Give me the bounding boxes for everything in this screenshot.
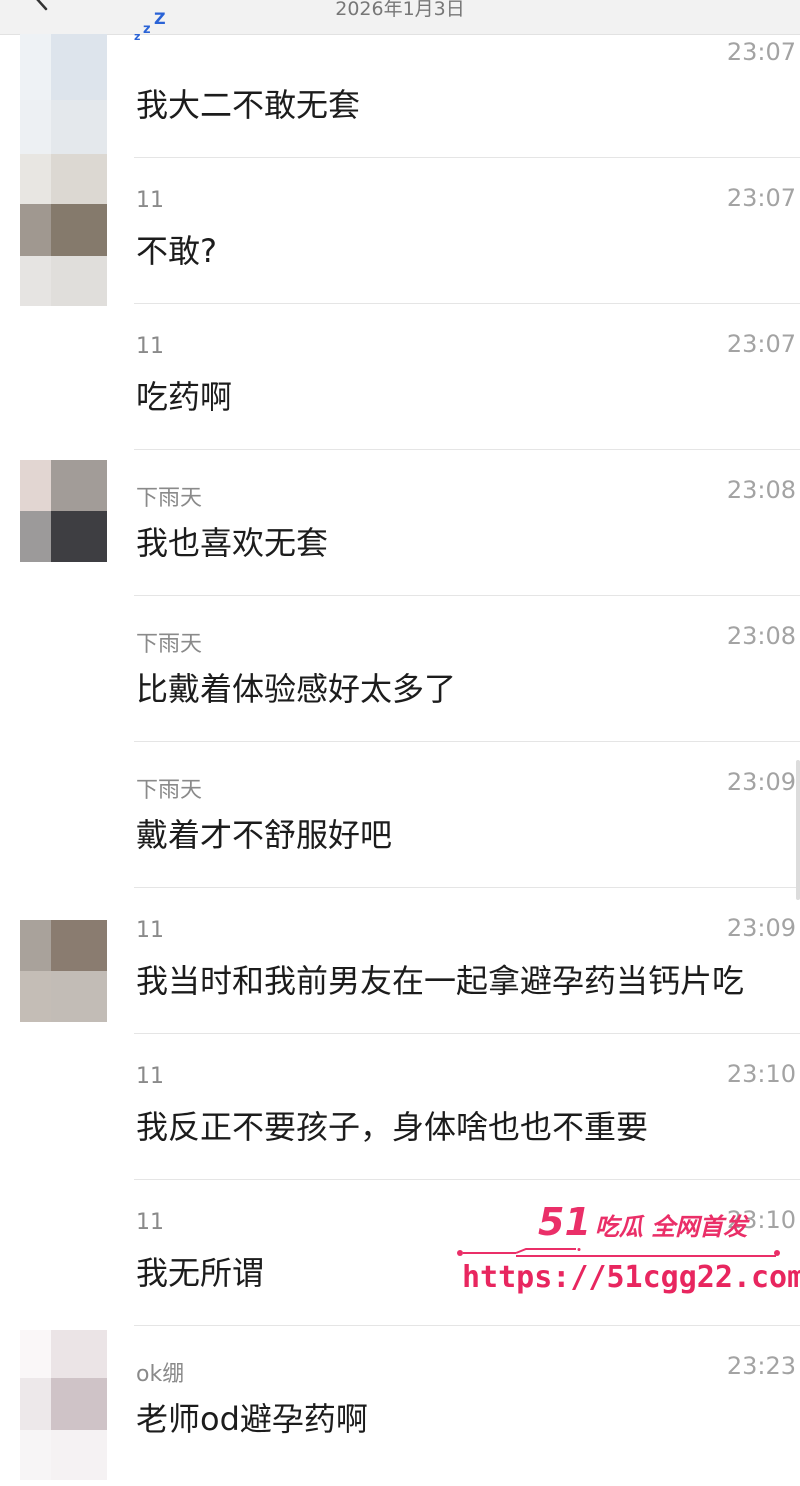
message-row[interactable]: 下雨天 23:08 我也喜欢无套 <box>0 450 800 596</box>
message-text: 不敢? <box>136 232 217 270</box>
message-text: 我大二不敢无套 <box>136 86 361 124</box>
sender-name: 11 <box>136 918 164 943</box>
message-text: 我反正不要孩子，身体啥也也不重要 <box>136 1108 649 1146</box>
sender-name: 11 <box>136 188 164 213</box>
message-text: 戴着才不舒服好吧 <box>136 816 393 854</box>
message-row[interactable]: 下雨天 23:08 比戴着体验感好太多了 <box>0 596 800 742</box>
message-text: 比戴着体验感好太多了 <box>136 670 457 708</box>
sender-name: 下雨天 <box>136 778 203 803</box>
sender-name: 下雨天 <box>136 632 203 657</box>
chat-history-screen: 2026年1月3日 z z Z 23:07 我大二不敢无套 11 23:07 不… <box>0 0 800 1486</box>
message-row[interactable]: 11 23:07 吃药啊 <box>0 304 800 450</box>
message-time: 23:07 <box>726 330 796 358</box>
message-row[interactable]: 下雨天 23:09 戴着才不舒服好吧 <box>0 742 800 888</box>
message-time: 23:09 <box>726 768 796 796</box>
sender-name: 11 <box>136 334 164 359</box>
scroll-indicator[interactable] <box>796 760 800 900</box>
message-time: 23:10 <box>726 1060 796 1088</box>
sender-name: ok绷 <box>136 1362 185 1387</box>
message-time: 23:08 <box>726 476 796 504</box>
message-row[interactable]: ok绷 23:23 老师od避孕药啊 <box>0 1326 800 1486</box>
message-row[interactable]: 11 23:10 我反正不要孩子，身体啥也也不重要 <box>0 1034 800 1180</box>
message-text: 我无所谓 <box>136 1254 265 1292</box>
sender-name: 下雨天 <box>136 486 203 511</box>
message-time: 23:23 <box>726 1352 796 1380</box>
message-row[interactable]: 11 23:09 我当时和我前男友在一起拿避孕药当钙片吃 <box>0 888 800 1034</box>
message-text: 我也喜欢无套 <box>136 524 329 562</box>
message-time: 23:07 <box>726 184 796 212</box>
message-time: 23:09 <box>726 914 796 942</box>
message-time: 23:10 <box>726 1206 796 1234</box>
sender-name: 11 <box>136 1210 164 1235</box>
message-time: 23:08 <box>726 622 796 650</box>
message-text: 老师od避孕药啊 <box>136 1400 368 1438</box>
message-row[interactable]: 11 23:10 我无所谓 <box>0 1180 800 1326</box>
message-row[interactable]: 23:07 我大二不敢无套 <box>0 12 800 158</box>
message-time: 23:07 <box>726 38 796 66</box>
message-text: 吃药啊 <box>136 378 233 416</box>
sender-name: 11 <box>136 1064 164 1089</box>
message-row[interactable]: 11 23:07 不敢? <box>0 158 800 304</box>
message-text: 我当时和我前男友在一起拿避孕药当钙片吃 <box>136 962 745 1000</box>
